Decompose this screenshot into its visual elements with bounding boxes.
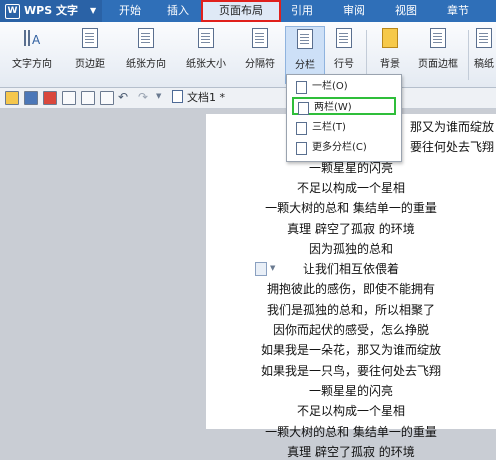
document-text-line: 不足以构成一个星相: [296, 404, 405, 419]
margins-label: 页边距: [75, 59, 105, 70]
margins-button[interactable]: 页边距: [66, 26, 114, 82]
paste-options-icon[interactable]: [255, 262, 267, 276]
document-text-line: 真理 辟空了孤寂 的环境: [287, 221, 415, 236]
line-numbers-icon: [336, 28, 352, 48]
columns-icon: [297, 29, 313, 49]
paper-icon: [476, 28, 492, 48]
tab-home[interactable]: 开始: [112, 0, 148, 22]
document-text-line: 不足以构成一个星相: [296, 180, 405, 195]
three-columns-option[interactable]: 三栏(T): [292, 119, 396, 137]
document-text-line: 因为孤独的总和: [308, 241, 393, 256]
document-text-line: 让我们相互依偎着: [302, 262, 399, 277]
tab-insert[interactable]: 插入: [160, 0, 196, 22]
open-icon[interactable]: [5, 91, 19, 105]
app-name: WPS 文字: [24, 4, 78, 17]
separator-label: 分隔符: [245, 59, 275, 70]
page-border-icon: [430, 28, 446, 48]
two-columns-label: 两栏(W): [314, 102, 352, 113]
page-border-button[interactable]: 页面边框: [412, 26, 464, 82]
background-label: 背景: [380, 59, 400, 70]
document-text-line: 真理 辟空了孤寂 的环境: [287, 444, 415, 459]
document-icon: [172, 90, 183, 103]
paper-size-icon: [198, 28, 214, 48]
tab-chapter[interactable]: 章节: [440, 0, 476, 22]
ribbon: A 文字方向 页边距 纸张方向 纸张大小 分隔符 分栏 行号 背景 页面边框 稿…: [0, 22, 496, 88]
two-columns-option[interactable]: 两栏(W): [292, 97, 396, 115]
text-direction-icon: A: [23, 28, 41, 50]
app-menu-button[interactable]: W WPS 文字 ▼: [0, 0, 102, 22]
columns-dropdown: 一栏(O) 两栏(W) 三栏(T) 更多分栏(C): [286, 74, 402, 162]
background-icon: [382, 28, 398, 48]
ribbon-divider: [468, 30, 469, 80]
one-column-option[interactable]: 一栏(O): [292, 78, 396, 96]
pdf-icon[interactable]: [43, 91, 57, 105]
paper-button[interactable]: 稿纸: [472, 26, 496, 82]
one-column-label: 一栏(O): [312, 81, 348, 92]
separator-icon: [252, 28, 268, 48]
paper-label: 稿纸: [474, 59, 494, 70]
wps-logo-icon: W: [5, 4, 20, 19]
chevron-down-icon[interactable]: ▼: [270, 264, 275, 272]
columns-label: 分栏: [295, 60, 315, 71]
document-text-line: 我们是孤独的总和，所以相聚了: [266, 302, 435, 317]
paper-size-button[interactable]: 纸张大小: [178, 26, 234, 82]
chevron-down-icon: ▼: [90, 6, 97, 15]
format-painter-icon[interactable]: [100, 91, 114, 105]
tab-page-layout[interactable]: 页面布局: [201, 0, 281, 22]
page-icon: [82, 28, 98, 48]
ribbon-divider: [366, 30, 367, 80]
more-columns-icon: [296, 142, 307, 155]
document-text-line: 如果我是一朵花，那又为谁而绽放: [260, 343, 441, 358]
document-tab-label: 文档1 *: [187, 91, 225, 104]
three-columns-label: 三栏(T): [312, 122, 346, 133]
redo-icon[interactable]: ↷: [138, 90, 148, 104]
save-icon[interactable]: [24, 91, 38, 105]
document-text-line: 一颗大树的总和 集结单一的重量: [265, 424, 437, 439]
text-direction-label: 文字方向: [12, 59, 52, 70]
tab-view[interactable]: 视图: [388, 0, 424, 22]
document-text-line: 如果我是一只鸟，要往何处去飞翔: [260, 363, 441, 378]
tab-references[interactable]: 引用: [284, 0, 320, 22]
document-text-line: 因你而起伏的感受，怎么挣脱: [272, 323, 429, 337]
tab-review[interactable]: 审阅: [336, 0, 372, 22]
orientation-button[interactable]: 纸张方向: [118, 26, 174, 82]
quick-access-toolbar: ↶ ↷ ▼ 文档1 *: [0, 88, 496, 109]
orientation-label: 纸张方向: [126, 59, 166, 70]
more-columns-label: 更多分栏(C): [312, 142, 367, 153]
orientation-icon: [138, 28, 154, 48]
paper-size-label: 纸张大小: [186, 59, 226, 70]
more-columns-option[interactable]: 更多分栏(C): [292, 139, 396, 157]
separator-button[interactable]: 分隔符: [238, 26, 282, 82]
document-text-line: 一颗大树的总和 集结单一的重量: [265, 201, 437, 216]
one-column-icon: [296, 81, 307, 94]
print-icon[interactable]: [62, 91, 76, 105]
document-text-line: 一颗星星的闪亮: [308, 383, 393, 398]
three-columns-icon: [296, 122, 307, 135]
undo-icon[interactable]: ↶: [118, 90, 128, 104]
document-text-line: 拥抱彼此的感伤，即使不能拥有: [266, 282, 435, 297]
document-tab[interactable]: 文档1 *: [172, 88, 225, 108]
page-border-label: 页面边框: [418, 59, 458, 70]
menu-bar: W WPS 文字 ▼ 开始 插入 页面布局 引用 审阅 视图 章节: [0, 0, 496, 23]
text-direction-button[interactable]: A 文字方向: [4, 26, 60, 82]
line-numbers-label: 行号: [334, 59, 354, 70]
print-preview-icon[interactable]: [81, 91, 95, 105]
two-columns-icon: [298, 102, 309, 115]
svg-text:A: A: [32, 33, 41, 47]
chevron-down-icon[interactable]: ▼: [156, 92, 161, 100]
